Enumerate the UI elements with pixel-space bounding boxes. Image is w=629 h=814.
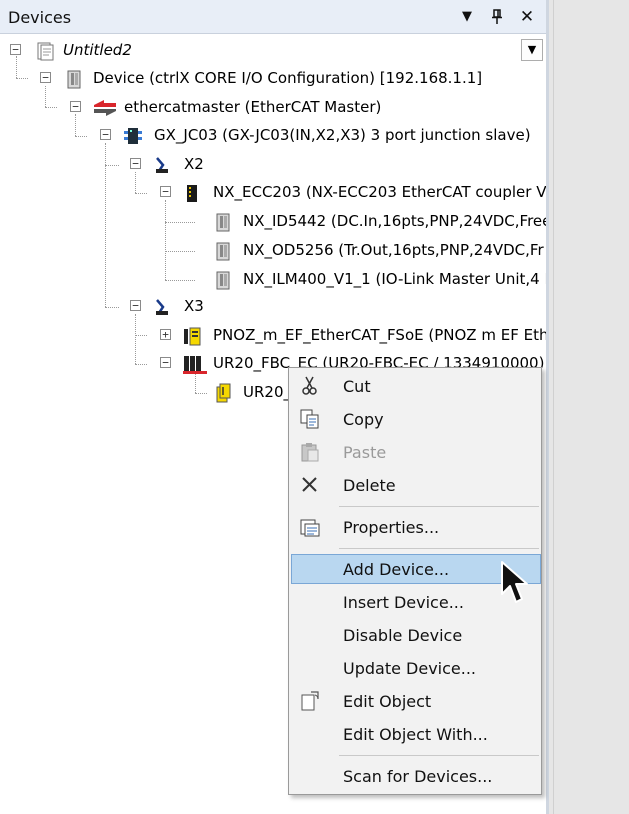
menu-item-copy[interactable]: Copy [291,404,541,434]
collapse-icon[interactable]: − [70,101,81,112]
ur20-module-icon [216,383,231,403]
tree-node-label: Device (ctrlX CORE I/O Configuration) [1… [93,69,483,87]
menu-item-label: Insert Device... [343,593,464,612]
tree-node-device[interactable]: − Device (ctrlX CORE I/O Configuration) … [0,68,520,90]
collapse-icon[interactable]: − [130,300,141,311]
paste-icon [301,443,319,462]
tree-node-label: X2 [184,155,204,173]
tree-node-gx-jc03[interactable]: − GX_JC03 (GX-JC03(IN,X2,X3) 3 port junc… [0,125,546,147]
tree-node-label: ethercatmaster (EtherCAT Master) [124,98,382,116]
port-icon [156,299,168,315]
tree-node-label: NX_ILM400_V1_1 (IO-Link Master Unit,4 P [243,270,546,288]
menu-separator [339,755,539,756]
tree-node-pnoz[interactable]: + PNOZ_m_EF_EtherCAT_FSoE (PNOZ m EF Eth [0,325,546,347]
collapse-icon[interactable]: − [160,186,171,197]
menu-item-label: Delete [343,476,396,495]
coupler-icon [187,185,197,202]
pin-icon[interactable] [486,6,508,28]
tree-node-nx-od5256[interactable]: NX_OD5256 (Tr.Out,16pts,PNP,24VDC,Fr [0,240,546,262]
menu-item-label: Cut [343,377,371,396]
delete-icon [302,477,317,492]
properties-icon [300,519,320,537]
copy-icon [300,409,319,429]
collapse-icon[interactable]: − [160,357,171,368]
tree-dropdown-icon[interactable]: ▼ [521,39,543,61]
tree-node-nx-id5442[interactable]: NX_ID5442 (DC.In,16pts,PNP,24VDC,Free [0,211,546,233]
tree-node-nx-ilm400[interactable]: NX_ILM400_V1_1 (IO-Link Master Unit,4 P [0,269,546,291]
menu-item-label: Update Device... [343,659,477,678]
safety-icon [184,327,201,346]
tree-node-ur20-module[interactable]: UR20_ [0,382,290,404]
close-icon[interactable]: ✕ [516,6,538,28]
panel-titlebar: Devices ▼ ✕ [0,0,549,34]
mouse-cursor-icon [501,561,528,603]
menu-item-edit-object-with[interactable]: Edit Object With... [291,719,541,749]
tree-node-label: Untitled2 [63,41,132,59]
module-icon [216,271,230,290]
device-icon [67,70,81,89]
menu-item-label: Scan for Devices... [343,767,493,786]
tree-node-label: NX_ID5442 (DC.In,16pts,PNP,24VDC,Free [243,212,546,230]
tree-node-label: UR20_ [243,383,290,401]
menu-item-label: Edit Object With... [343,725,488,744]
tree-node-x3[interactable]: − X3 [0,296,300,318]
collapse-icon[interactable]: − [130,158,141,169]
tree-node-nx-ecc203[interactable]: − NX_ECC203 (NX-ECC203 EtherCAT coupler … [0,182,546,204]
menu-item-update-device[interactable]: Update Device... [291,653,541,683]
module-icon [216,213,230,232]
collapse-icon[interactable]: − [100,129,111,140]
port-icon [156,157,168,173]
tree-node-label: X3 [184,297,204,315]
project-icon [37,42,54,61]
tree-node-x2[interactable]: − X2 [0,154,300,176]
tree-node-label: PNOZ_m_EF_EtherCAT_FSoE (PNOZ m EF Eth [213,326,546,344]
tree-node-label: NX_OD5256 (Tr.Out,16pts,PNP,24VDC,Fr [243,241,544,259]
edit-object-icon [301,691,319,711]
menu-item-scan-for-devices[interactable]: Scan for Devices... [291,761,541,791]
menu-item-label: Edit Object [343,692,432,711]
scissors-icon [302,376,317,395]
collapse-icon[interactable]: − [10,44,21,55]
menu-item-label: Paste [343,443,387,462]
module-icon [216,242,230,261]
menu-item-label: Properties... [343,518,440,537]
workspace-background [549,0,629,814]
menu-item-edit-object[interactable]: Edit Object [291,686,541,716]
ethercat-master-icon [94,100,116,116]
menu-item-properties[interactable]: Properties... [291,512,541,542]
collapse-icon[interactable]: − [40,72,51,83]
menu-item-cut[interactable]: Cut [291,371,541,401]
expand-icon[interactable]: + [160,329,171,340]
menu-separator [339,548,539,549]
menu-item-label: Disable Device [343,626,463,645]
tree-node-label: NX_ECC203 (NX-ECC203 EtherCAT coupler V1 [213,183,546,201]
tree-node-label: GX_JC03 (GX-JC03(IN,X2,X3) 3 port juncti… [154,126,531,144]
tree-node-ethercatmaster[interactable]: − ethercatmaster (EtherCAT Master) [0,97,520,119]
menu-separator [339,506,539,507]
tree-node-untitled2[interactable]: − Untitled2 [0,40,520,62]
menu-item-delete[interactable]: Delete [291,470,541,500]
panel-title: Devices [8,8,72,27]
menu-item-label: Add Device... [343,560,450,579]
junction-icon [124,128,142,144]
menu-item-paste[interactable]: Paste [291,437,541,467]
menu-item-label: Copy [343,410,384,429]
ur20-coupler-icon [183,356,207,374]
menu-item-disable-device[interactable]: Disable Device [291,620,541,650]
panel-dropdown-icon[interactable]: ▼ [456,6,478,28]
